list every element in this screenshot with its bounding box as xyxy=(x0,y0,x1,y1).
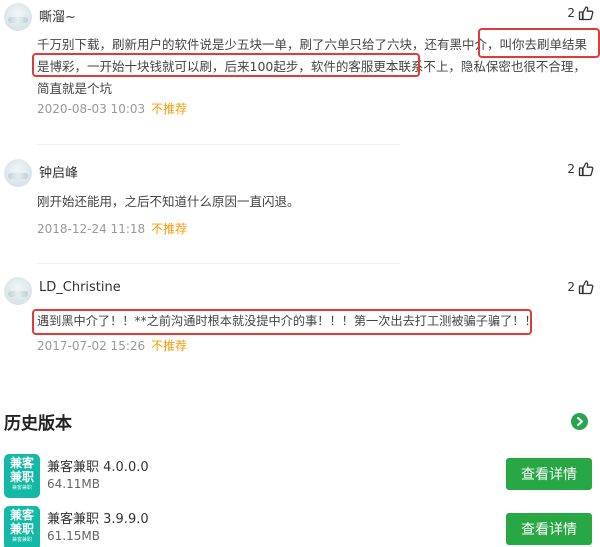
thumbs-up-icon xyxy=(578,162,594,177)
avatar[interactable] xyxy=(4,159,32,187)
arrow-right-circle-icon[interactable] xyxy=(571,413,588,430)
like-button[interactable]: 2 xyxy=(567,279,594,295)
version-name[interactable]: 兼客兼职 4.0.0.0 xyxy=(47,456,149,475)
not-recommend-tag: 不推荐 xyxy=(151,222,188,236)
review-meta: 2018-12-24 11:18 不推荐 xyxy=(37,220,187,237)
app-icon-text: 兼职 xyxy=(9,470,34,484)
version-size: 64.11MB xyxy=(47,477,100,491)
review-content: 遇到黑中介了！！**之前沟通时根本就没提中介的事！！！第一次出去打工测被骗子骗了… xyxy=(37,314,537,328)
review-username[interactable]: 嘶溜~ xyxy=(39,6,76,25)
section-title-history: 历史版本 xyxy=(4,414,72,434)
review-username[interactable]: LD_Christine xyxy=(39,280,121,295)
review-item: 钟启峰 2 刚开始还能用，之后不知道什么原因一直闪退。 2018-12-24 1… xyxy=(0,156,600,246)
view-details-button[interactable]: 查看详情 xyxy=(506,458,592,490)
review-username[interactable]: 钟启峰 xyxy=(39,162,78,181)
like-button[interactable]: 2 xyxy=(567,161,594,177)
review-meta: 2020-08-03 10:03 不推荐 xyxy=(37,100,187,117)
app-icon-subtext: 兼客兼职 xyxy=(11,485,32,491)
version-item: 兼客 兼职 兼客兼职 兼客兼职 4.0.0.0 64.11MB 查看详情 xyxy=(0,454,600,508)
review-date: 2020-08-03 10:03 xyxy=(37,102,146,116)
avatar[interactable] xyxy=(4,277,32,305)
thumbs-up-icon xyxy=(578,280,594,295)
like-button[interactable]: 2 xyxy=(567,5,594,21)
review-date: 2017-07-02 15:26 xyxy=(37,339,146,353)
review-text: 千万别下载，刷新用户的软件说是少五块一单，刷了六单只给了六块，还有黑中介， xyxy=(37,37,500,52)
view-details-button[interactable]: 查看详情 xyxy=(506,513,592,545)
app-icon-text: 兼客 xyxy=(9,456,34,470)
review-meta: 2017-07-02 15:26 不推荐 xyxy=(37,337,187,354)
version-item: 兼客 兼职 兼客兼职 兼客兼职 3.9.9.0 61.15MB 查看详情 xyxy=(0,506,600,547)
app-icon-subtext: 兼客兼职 xyxy=(11,537,32,543)
review-item: 嘶溜~ 2 千万别下载，刷新用户的软件说是少五块一单，刷了六单只给了六块，还有黑… xyxy=(0,0,600,140)
app-icon-text: 兼职 xyxy=(9,522,34,536)
app-icon[interactable]: 兼客 兼职 兼客兼职 xyxy=(4,454,40,498)
review-content: 千万别下载，刷新用户的软件说是少五块一单，刷了六单只给了六块，还有黑中介，叫你去… xyxy=(37,34,592,100)
divider xyxy=(37,144,400,145)
app-icon[interactable]: 兼客 兼职 兼客兼职 xyxy=(4,506,40,547)
divider xyxy=(37,263,400,264)
version-name[interactable]: 兼客兼职 3.9.9.0 xyxy=(47,508,149,527)
avatar[interactable] xyxy=(4,3,32,31)
review-content: 刚开始还能用，之后不知道什么原因一直闪退。 xyxy=(37,194,300,209)
like-count: 2 xyxy=(567,280,575,294)
review-text-highlighted: 彩，一开始十块钱就可以刷，后来100起步，软件的客服更本联系不上， xyxy=(62,59,461,74)
thumbs-up-icon xyxy=(578,6,594,21)
like-count: 2 xyxy=(567,162,575,176)
like-count: 2 xyxy=(567,6,575,20)
app-icon-text: 兼客 xyxy=(9,508,34,522)
not-recommend-tag: 不推荐 xyxy=(151,339,188,353)
version-size: 61.15MB xyxy=(47,529,100,543)
review-date: 2018-12-24 11:18 xyxy=(37,222,146,236)
review-item: LD_Christine 2 遇到黑中介了！！**之前沟通时根本就没提中介的事！… xyxy=(0,274,600,364)
not-recommend-tag: 不推荐 xyxy=(151,102,188,116)
